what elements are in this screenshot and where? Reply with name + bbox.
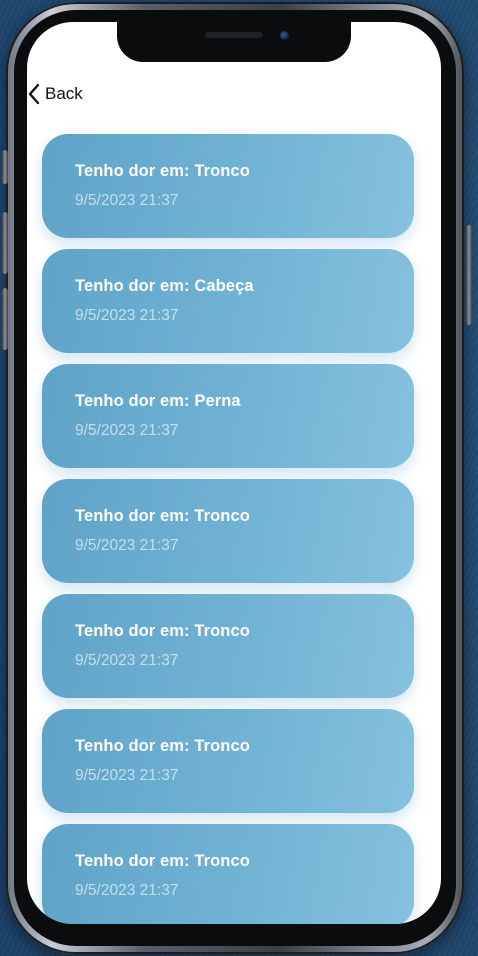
volume-down-button (2, 288, 8, 350)
back-button[interactable]: Back (27, 82, 83, 106)
record-datetime: 9/5/2023 21:37 (75, 192, 179, 209)
list-item[interactable]: Tenho dor em: Tronco 9/5/2023 21:37 (42, 824, 414, 924)
record-datetime: 9/5/2023 21:37 (75, 882, 179, 899)
record-datetime: 9/5/2023 21:37 (75, 537, 179, 554)
list-item[interactable]: Tenho dor em: Tronco 9/5/2023 21:37 (42, 709, 414, 813)
notch (117, 22, 351, 62)
record-title: Tenho dor em: Tronco (75, 622, 250, 640)
list-item[interactable]: Tenho dor em: Perna 9/5/2023 21:37 (42, 364, 414, 468)
record-title: Tenho dor em: Tronco (75, 852, 250, 870)
silent-switch (2, 150, 8, 184)
record-title: Tenho dor em: Cabeça (75, 277, 254, 295)
record-title: Tenho dor em: Perna (75, 392, 241, 410)
front-camera (280, 31, 289, 40)
list-item[interactable]: Tenho dor em: Tronco 9/5/2023 21:37 (42, 594, 414, 698)
speaker-grille (205, 32, 263, 38)
record-datetime: 9/5/2023 21:37 (75, 767, 179, 784)
record-title: Tenho dor em: Tronco (75, 737, 250, 755)
list-item[interactable]: Tenho dor em: Tronco 9/5/2023 21:37 (42, 134, 414, 238)
phone-frame: Back Tenho dor em: Tronco 9/5/2023 21:37… (0, 0, 478, 956)
record-datetime: 9/5/2023 21:37 (75, 307, 179, 324)
record-datetime: 9/5/2023 21:37 (75, 652, 179, 669)
record-datetime: 9/5/2023 21:37 (75, 422, 179, 439)
chevron-left-icon (28, 83, 40, 105)
record-title: Tenho dor em: Tronco (75, 162, 250, 180)
list-item[interactable]: Tenho dor em: Cabeça 9/5/2023 21:37 (42, 249, 414, 353)
back-label: Back (45, 84, 83, 103)
list-item[interactable]: Tenho dor em: Tronco 9/5/2023 21:37 (42, 479, 414, 583)
screen: Back Tenho dor em: Tronco 9/5/2023 21:37… (27, 22, 441, 924)
record-title: Tenho dor em: Tronco (75, 507, 250, 525)
power-button (466, 225, 472, 325)
pain-records-list: Tenho dor em: Tronco 9/5/2023 21:37 Tenh… (42, 134, 414, 924)
volume-up-button (2, 212, 8, 274)
